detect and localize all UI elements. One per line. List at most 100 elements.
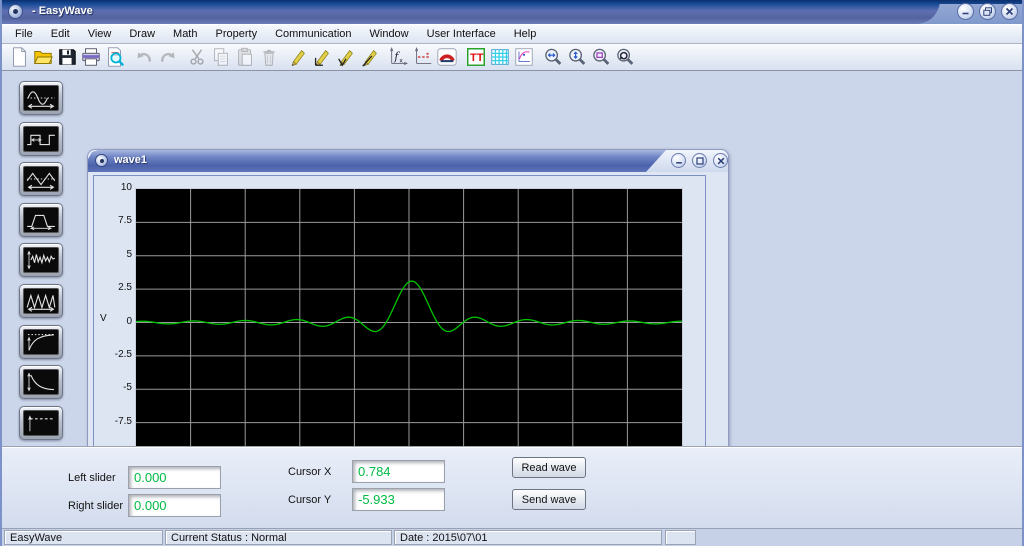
menu-edit[interactable]: Edit — [42, 26, 79, 42]
restore-icon — [982, 6, 992, 16]
wave-noise-button[interactable] — [19, 243, 63, 278]
smooth-button[interactable] — [435, 45, 459, 69]
wave-exp-fall-icon — [23, 369, 59, 396]
wave-square-button[interactable] — [19, 121, 63, 156]
menu-view[interactable]: View — [79, 26, 121, 42]
marker-button[interactable]: TT — [464, 45, 488, 69]
y-tick: -5 — [123, 382, 132, 394]
close-icon — [717, 157, 724, 164]
wave-pulse-button[interactable] — [19, 202, 63, 237]
y-tick: 2.5 — [118, 282, 132, 294]
cursor-x-input[interactable] — [352, 460, 445, 483]
undo-button[interactable] — [132, 45, 156, 69]
delete-button[interactable] — [257, 45, 281, 69]
copy-icon — [214, 48, 228, 66]
draw-line-button[interactable] — [358, 45, 382, 69]
wave1-window-controls — [671, 153, 728, 168]
minimize-icon — [675, 161, 682, 164]
menu-math[interactable]: Math — [164, 26, 206, 42]
open-button[interactable] — [31, 45, 55, 69]
wave-triangle-button[interactable] — [19, 162, 63, 197]
grid-button[interactable] — [488, 45, 512, 69]
draw-vertical-icon — [338, 50, 353, 67]
redo-icon — [161, 52, 175, 62]
menu-communication[interactable]: Communication — [266, 26, 360, 42]
wave-sine-button[interactable] — [19, 81, 63, 115]
wave1-close-button[interactable] — [713, 153, 728, 168]
wave-noise-icon — [23, 247, 59, 274]
window-title: - EasyWave — [32, 5, 93, 17]
close-button[interactable] — [1001, 3, 1018, 20]
status-bar: EasyWave Current Status : Normal Date : … — [2, 528, 1022, 546]
new-icon — [13, 47, 26, 67]
zoom-reset-button[interactable] — [613, 45, 637, 69]
right-slider-input[interactable] — [128, 494, 221, 517]
wave-pulse-icon — [23, 206, 59, 233]
cut-button[interactable] — [185, 45, 209, 69]
wave-exp-fall-button[interactable] — [19, 365, 63, 400]
redo-button[interactable] — [156, 45, 180, 69]
print-icon — [82, 48, 100, 66]
status-app-name: EasyWave — [4, 530, 163, 545]
window-controls — [957, 3, 1018, 20]
wave1-minimize-button[interactable] — [671, 153, 686, 168]
cursor-x-label: Cursor X — [288, 466, 332, 478]
wave1-window-icon — [95, 154, 108, 167]
left-slider-label: Left slider — [68, 472, 116, 484]
coordinate-draw-icon — [415, 47, 432, 64]
open-icon — [34, 51, 53, 64]
equation-button[interactable]: fx — [387, 45, 411, 69]
wave-exp-rise-button[interactable] — [19, 324, 63, 359]
read-wave-button[interactable]: Read wave — [512, 457, 586, 478]
wave-square-icon — [23, 125, 59, 152]
draw-horizontal-button[interactable] — [310, 45, 334, 69]
toolbar: f x TT — [2, 44, 1022, 71]
wave-triangle-icon — [23, 166, 59, 193]
plot-properties-button[interactable] — [512, 45, 536, 69]
y-tick: -2.5 — [114, 348, 132, 360]
easywave-main-window: - EasyWave File Edit View Draw Math Property C… — [0, 0, 1024, 546]
wave-sawtooth-button[interactable] — [19, 284, 63, 318]
cursor-y-label: Cursor Y — [288, 494, 332, 506]
wave1-maximize-button[interactable] — [692, 153, 707, 168]
menu-help[interactable]: Help — [505, 26, 546, 42]
waveform-canvas[interactable] — [135, 188, 683, 457]
draw-vertical-button[interactable] — [334, 45, 358, 69]
wave-dc-button[interactable] — [19, 405, 63, 440]
zoom-vertical-button[interactable] — [565, 45, 589, 69]
minimize-icon — [962, 12, 969, 15]
menu-file[interactable]: File — [6, 26, 42, 42]
zoom-horizontal-button[interactable] — [541, 45, 565, 69]
print-preview-button[interactable] — [103, 45, 127, 69]
close-icon — [1005, 7, 1014, 16]
menu-draw[interactable]: Draw — [120, 26, 164, 42]
status-date: Date : 2015\07\01 — [394, 530, 662, 545]
cursor-y-input[interactable] — [352, 488, 445, 511]
svg-text:TT: TT — [470, 52, 484, 64]
y-tick: 5 — [126, 248, 132, 260]
control-panel: Left slider Right slider Cursor X Cursor… — [2, 447, 1022, 528]
left-slider-input[interactable] — [128, 466, 221, 489]
save-button[interactable] — [55, 45, 79, 69]
zoom-box-button[interactable] — [589, 45, 613, 69]
save-icon — [59, 49, 76, 65]
paste-button[interactable] — [233, 45, 257, 69]
y-tick: 7.5 — [118, 215, 132, 227]
menu-user-interface[interactable]: User Interface — [418, 26, 505, 42]
draw-line-icon — [362, 50, 377, 67]
delete-icon — [263, 49, 275, 66]
print-button[interactable] — [79, 45, 103, 69]
coordinate-draw-button[interactable] — [411, 45, 435, 69]
menu-window[interactable]: Window — [361, 26, 418, 42]
undo-icon — [137, 52, 151, 62]
menu-property[interactable]: Property — [207, 26, 267, 42]
restore-button[interactable] — [979, 3, 996, 20]
paste-icon — [238, 47, 252, 66]
copy-button[interactable] — [209, 45, 233, 69]
wave1-title: wave1 — [114, 154, 148, 166]
minimize-button[interactable] — [957, 3, 974, 20]
send-wave-button[interactable]: Send wave — [512, 489, 586, 510]
new-button[interactable] — [7, 45, 31, 69]
equation-icon: fx — [390, 47, 409, 65]
draw-freehand-button[interactable] — [286, 45, 310, 69]
